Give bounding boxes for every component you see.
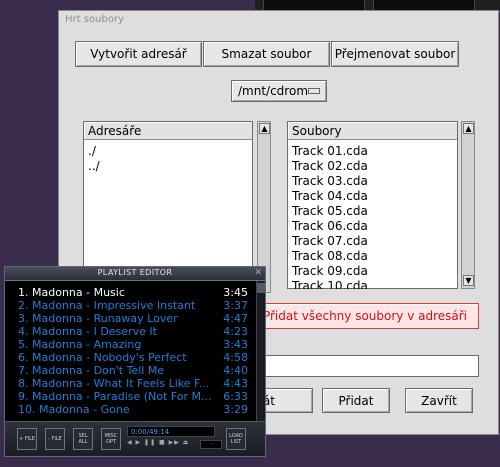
file-item[interactable]: Track 08.cda (292, 249, 368, 263)
playlist-editor: PLAYLIST EDITOR ✕ 1. Madonna - Music 3:4… (4, 266, 266, 457)
panel-slot[interactable] (373, 0, 475, 10)
playlist-track[interactable]: 9. Madonna - Paradise (Not For M... 6:33 (18, 390, 248, 403)
playlist-track[interactable]: 6. Madonna - Nobody's Perfect 4:58 (18, 351, 248, 364)
directory-item[interactable]: ./ (88, 144, 96, 158)
playlist-controls-bar: + FILE - FILE SEL ALL MISC OPT 0:00/49:1… (5, 421, 265, 456)
track-number: 6. (18, 351, 29, 364)
playlist-time-display: 0:00/49:14 (127, 426, 215, 437)
track-duration: 4:58 (223, 351, 248, 364)
create-directory-button[interactable]: Vytvořit adresář (75, 41, 202, 67)
track-title: Madonna - Impressive Instant (32, 299, 196, 312)
playlist-title: PLAYLIST EDITOR (97, 268, 173, 277)
delete-file-button[interactable]: Smazat soubor (203, 41, 330, 67)
playlist-track[interactable]: 7. Madonna - Don't Tell Me 4:40 (18, 364, 248, 377)
playlist-track[interactable]: 1. Madonna - Music 3:45 (18, 286, 248, 299)
file-item[interactable]: Track 09.cda (292, 264, 368, 278)
file-item[interactable]: Track 04.cda (292, 189, 368, 203)
track-number: 9. (18, 390, 29, 403)
file-item[interactable]: Track 01.cda (292, 144, 368, 158)
dialog-title: Hrt soubory (65, 14, 124, 25)
track-duration: 4:23 (223, 325, 248, 338)
playlist-track[interactable]: 8. Madonna - What It Feels Like F... 4:4… (18, 377, 248, 390)
track-duration: 4:47 (223, 312, 248, 325)
playlist-track[interactable]: 3. Madonna - Runaway Lover 4:47 (18, 312, 248, 325)
track-number: 4. (18, 325, 29, 338)
file-item[interactable]: Track 02.cda (292, 159, 368, 173)
track-duration: 3:37 (223, 299, 248, 312)
path-selector[interactable]: /mnt/cdrom (231, 80, 327, 102)
scroll-up-icon[interactable]: ▲ (259, 123, 270, 134)
track-title: Madonna - Don't Tell Me (32, 364, 165, 377)
playlist-titlebar[interactable]: PLAYLIST EDITOR ✕ (5, 267, 265, 281)
playlist-scroll-thumb[interactable] (257, 283, 265, 293)
mini-transport-controls[interactable]: ◀ ▶ ❚❚ ■ ▶▶ ⏏ (127, 439, 195, 448)
track-title: Madonna - Amazing (32, 338, 142, 351)
playlist-track[interactable]: 5. Madonna - Amazing 3:43 (18, 338, 248, 351)
add-button[interactable]: Přidat (322, 388, 390, 413)
dropdown-icon (308, 88, 320, 94)
filename-field[interactable] (255, 355, 479, 377)
select-all-button[interactable]: SEL ALL (73, 428, 93, 450)
load-list-button[interactable]: LOAD LIST (226, 428, 246, 450)
track-duration: 6:33 (223, 390, 248, 403)
files-list[interactable]: Soubory Track 01.cda Track 02.cda Track … (287, 121, 458, 289)
playlist-track[interactable]: 4. Madonna - I Deserve It 4:23 (18, 325, 248, 338)
file-item[interactable]: Track 05.cda (292, 204, 368, 218)
track-number: 7. (18, 364, 29, 377)
close-icon[interactable]: ✕ (254, 268, 262, 278)
playlist-scrollbar[interactable] (256, 281, 265, 421)
scroll-down-icon[interactable]: ▼ (463, 275, 474, 286)
remove-file-button[interactable]: - FILE (45, 428, 65, 450)
files-header: Soubory (288, 122, 457, 140)
path-selector-value: /mnt/cdrom (238, 84, 309, 98)
playlist-track[interactable]: 10. Madonna - Gone 3:29 (18, 403, 248, 416)
track-title: Madonna - What It Feels Like F... (32, 377, 210, 390)
track-number: 5. (18, 338, 29, 351)
file-item[interactable]: Track 03.cda (292, 174, 368, 188)
files-scrollbar[interactable]: ▲ ▼ (461, 121, 475, 289)
track-number: 10. (18, 403, 36, 416)
track-duration: 3:43 (223, 338, 248, 351)
track-title: Madonna - Gone (39, 403, 130, 416)
track-number: 3. (18, 312, 29, 325)
playlist-track[interactable]: 2. Madonna - Impressive Instant 3:37 (18, 299, 248, 312)
track-title: Madonna - Music (32, 286, 125, 299)
track-duration: 3:29 (223, 403, 248, 416)
file-item[interactable]: Track 07.cda (292, 234, 368, 248)
track-number: 1. (18, 286, 29, 299)
track-title: Madonna - Paradise (Not For M... (32, 390, 212, 403)
file-item[interactable]: Track 06.cda (292, 219, 368, 233)
close-button[interactable]: Zavřít (405, 388, 473, 413)
track-title: Madonna - Runaway Lover (32, 312, 178, 325)
add-all-files-button[interactable]: Přidat všechny soubory v adresáři (251, 303, 479, 329)
add-file-button[interactable]: + FILE (17, 428, 37, 450)
directories-header: Adresáře (84, 122, 252, 140)
track-number: 2. (18, 299, 29, 312)
rename-file-button[interactable]: Přejmenovat soubor (331, 41, 459, 67)
track-duration: 3:45 (223, 286, 248, 299)
track-number: 8. (18, 377, 29, 390)
directory-item[interactable]: ../ (88, 159, 100, 173)
mini-time-display: - (200, 440, 222, 449)
misc-options-button[interactable]: MISC OPT (101, 428, 121, 450)
file-item[interactable]: Track 10.cda (292, 279, 368, 289)
track-title: Madonna - Nobody's Perfect (32, 351, 187, 364)
scroll-up-icon[interactable]: ▲ (463, 123, 474, 134)
panel-slot[interactable] (263, 0, 365, 10)
track-duration: 4:40 (223, 364, 248, 377)
track-title: Madonna - I Deserve It (32, 325, 157, 338)
track-duration: 4:43 (223, 377, 248, 390)
